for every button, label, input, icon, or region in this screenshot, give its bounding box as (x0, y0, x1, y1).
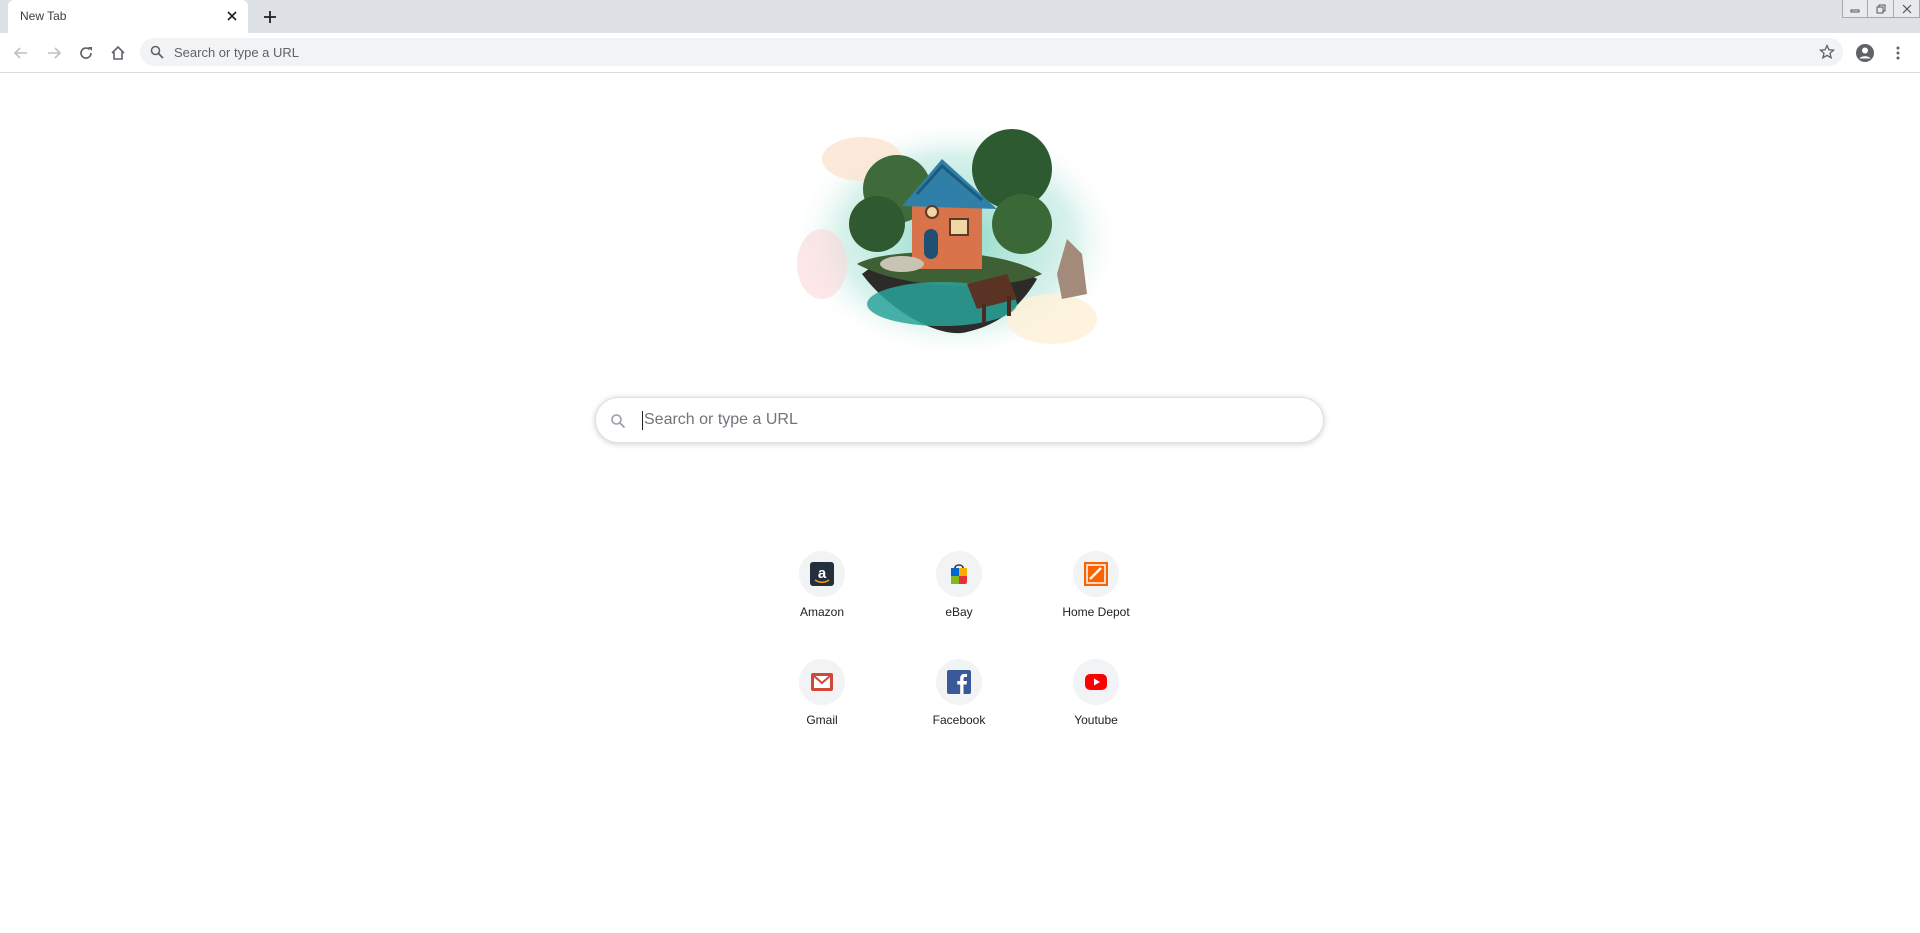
shortcut-gmail[interactable]: Gmail (766, 659, 878, 747)
home-button[interactable] (106, 41, 130, 65)
reload-button[interactable] (74, 41, 98, 65)
search-box[interactable]: Search or type a URL (595, 397, 1324, 443)
omnibox[interactable]: Search or type a URL (140, 38, 1843, 66)
close-icon[interactable] (224, 8, 240, 24)
shortcut-youtube[interactable]: Youtube (1040, 659, 1152, 747)
close-window-icon (1902, 4, 1911, 13)
youtube-icon (1073, 659, 1119, 705)
back-arrow-icon (13, 47, 27, 59)
shortcut-label: Home Depot (1062, 605, 1130, 619)
search-icon (611, 414, 626, 429)
back-button[interactable] (9, 41, 33, 65)
tab-strip: New Tab (0, 0, 1920, 33)
text-cursor (642, 411, 643, 430)
shortcut-amazon[interactable]: a Amazon (766, 551, 878, 639)
menu-button[interactable] (1886, 41, 1910, 65)
shortcut-label: Amazon (799, 605, 845, 619)
shortcut-facebook[interactable]: Facebook (903, 659, 1015, 747)
home-icon (111, 45, 125, 60)
shortcut-ebay[interactable]: eBay (903, 551, 1015, 639)
home-depot-icon (1073, 551, 1119, 597)
shortcut-label: eBay (945, 605, 973, 619)
shortcut-home-depot[interactable]: Home Depot (1040, 551, 1152, 639)
shortcut-label: Facebook (932, 713, 986, 727)
toolbar: Search or type a URL (0, 33, 1920, 73)
restore-icon (1876, 4, 1885, 13)
reload-icon (80, 47, 92, 59)
more-vert-icon (1896, 46, 1900, 60)
minimize-icon (1850, 9, 1860, 12)
ebay-bag-icon (936, 551, 982, 597)
omnibox-placeholder: Search or type a URL (174, 45, 300, 60)
close-window-button[interactable] (1894, 0, 1920, 18)
forward-arrow-icon (48, 47, 62, 59)
svg-text:a: a (818, 565, 827, 582)
account-circle-icon (1856, 44, 1874, 62)
search-icon (150, 45, 164, 59)
new-tab-page: Search or type a URL a Amazon eBay Home … (0, 74, 1920, 933)
tab-title: New Tab (20, 9, 67, 23)
forward-button[interactable] (42, 41, 66, 65)
search-input-placeholder: Search or type a URL (644, 411, 798, 428)
gmail-icon (799, 659, 845, 705)
new-tab-plus-icon[interactable] (260, 7, 280, 27)
profile-button[interactable] (1853, 41, 1877, 65)
minimize-button[interactable] (1842, 0, 1868, 18)
island-house-illustration (792, 119, 1122, 359)
tab-new-tab[interactable]: New Tab (8, 0, 248, 33)
restore-button[interactable] (1868, 0, 1894, 18)
amazon-icon: a (799, 551, 845, 597)
facebook-icon (936, 659, 982, 705)
shortcut-label: Gmail (806, 713, 838, 727)
window-controls (1842, 0, 1920, 18)
shortcut-label: Youtube (1074, 713, 1118, 727)
bookmark-star-icon[interactable] (1819, 44, 1835, 60)
